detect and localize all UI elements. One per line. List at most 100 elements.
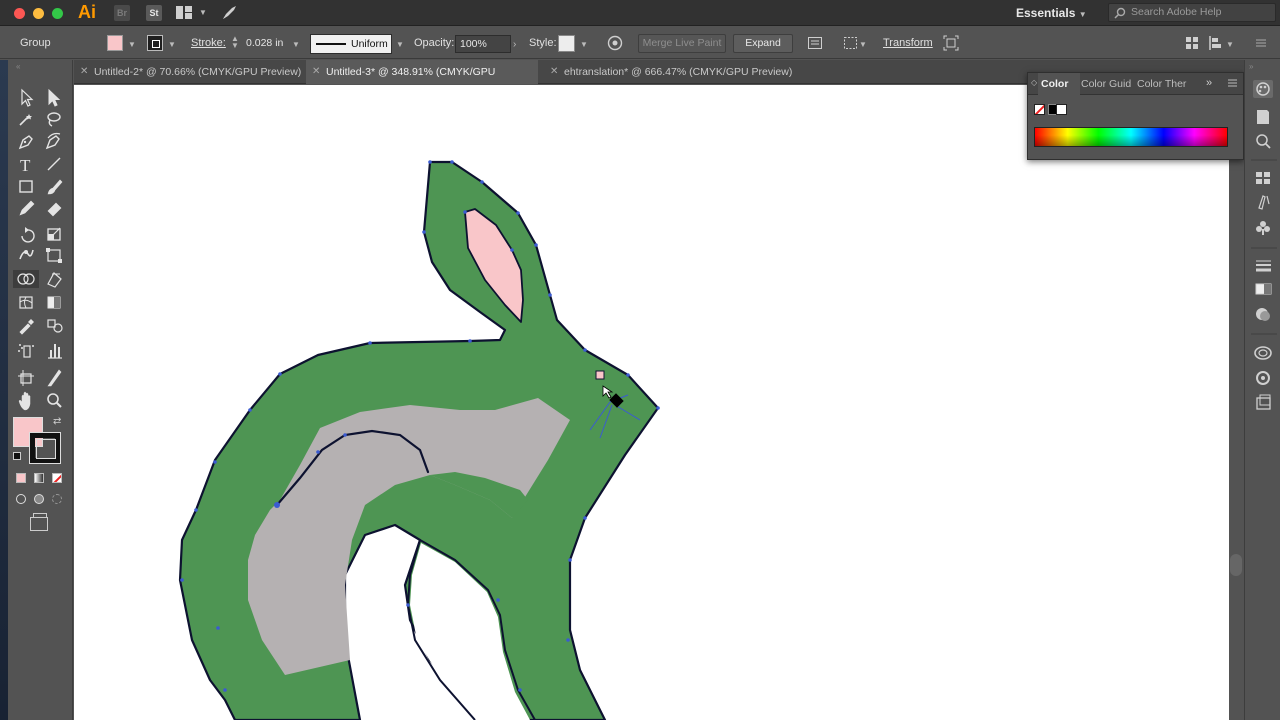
panel-options-toggle-icon[interactable]: ◇ (1031, 78, 1037, 87)
tab-color[interactable]: Color (1038, 73, 1080, 95)
zoom-tool[interactable] (47, 393, 62, 408)
close-tab-icon[interactable]: ✕ (80, 60, 88, 84)
align-chevron-icon[interactable]: ▼ (1226, 40, 1234, 49)
none-mode-button[interactable] (52, 473, 62, 483)
panel-menu-icon[interactable] (1227, 78, 1238, 91)
expand-button[interactable]: Expand (733, 34, 793, 53)
select-similar-icon[interactable] (843, 35, 859, 51)
column-graph-tool[interactable] (48, 344, 62, 359)
more-tabs-icon[interactable]: » (1206, 77, 1212, 89)
opacity-arrow-icon[interactable]: › (513, 39, 516, 50)
vertical-scrollbar-thumb[interactable] (1230, 554, 1242, 576)
color-spectrum-ramp[interactable] (1034, 127, 1228, 147)
document-tab-ehtranslation[interactable]: ✕ ehtranslation* @ 666.47% (CMYK/GPU Prev… (544, 60, 794, 84)
symbol-sprayer-tool[interactable] (18, 344, 34, 358)
draw-behind-icon[interactable] (34, 494, 44, 504)
profile-chevron-icon[interactable]: ▼ (396, 40, 404, 49)
scale-tool[interactable] (47, 227, 61, 241)
brushes-icon[interactable] (1258, 195, 1270, 210)
color-panel-icon[interactable] (1253, 80, 1273, 98)
eyedropper-tool[interactable] (19, 319, 34, 335)
tab-color-guide[interactable]: Color Guid (1081, 73, 1135, 95)
white-color-swatch[interactable] (1056, 104, 1067, 115)
screen-mode-icon[interactable] (30, 513, 48, 531)
search-help-input[interactable]: Search Adobe Help (1108, 3, 1276, 22)
blend-tool[interactable] (47, 319, 63, 333)
graphic-styles-icon[interactable] (1256, 371, 1270, 385)
rotate-tool[interactable] (21, 227, 35, 243)
fill-color-swatch[interactable] (107, 35, 123, 51)
document-tab-untitled-3[interactable]: ✕Untitled-3* @ 348.91% (CMYK/GPU Preview… (306, 60, 538, 102)
paintbrush-tool[interactable] (47, 179, 63, 195)
transform-link[interactable]: Transform (883, 37, 933, 49)
stock-button[interactable]: St (146, 5, 162, 21)
swatches-icon[interactable] (1256, 172, 1270, 184)
align-icon[interactable] (1208, 35, 1224, 51)
fill-dropdown-chevron-icon[interactable]: ▼ (128, 40, 136, 49)
symbols-icon[interactable] (1256, 221, 1270, 235)
gradient-panel-icon[interactable] (1255, 283, 1272, 295)
color-guide-icon[interactable] (1257, 110, 1269, 124)
stroke-weight-field[interactable]: 0.028 in (242, 35, 290, 53)
layers-panel-icon[interactable] (1256, 394, 1271, 410)
color-themes-icon[interactable] (1256, 134, 1271, 149)
workspace-switcher[interactable]: Essentials ▼ (1016, 6, 1087, 20)
close-tab-icon[interactable]: ✕ (550, 60, 558, 84)
free-transform-tool[interactable] (46, 248, 62, 263)
close-window-button[interactable] (14, 8, 25, 19)
default-fill-stroke-icon[interactable] (13, 452, 21, 460)
minimize-window-button[interactable] (33, 8, 44, 19)
stroke-color-box[interactable] (29, 432, 61, 464)
draw-inside-icon[interactable] (52, 494, 62, 504)
slice-tool[interactable] (47, 369, 62, 387)
swap-fill-stroke-icon[interactable]: ⇄ (53, 416, 61, 427)
document-tab-untitled-2[interactable]: ✕ Untitled-2* @ 70.66% (CMYK/GPU Preview) (74, 60, 304, 84)
none-color-swatch[interactable] (1034, 104, 1045, 115)
graphic-style-swatch[interactable] (558, 35, 575, 52)
stroke-label[interactable]: Stroke: (191, 37, 226, 49)
merge-live-paint-button[interactable]: Merge Live Paint (638, 34, 726, 53)
isolate-object-icon[interactable] (943, 35, 959, 51)
tools-collapse-toggle[interactable]: « (16, 62, 64, 71)
line-segment-tool[interactable] (47, 157, 61, 171)
draw-normal-icon[interactable] (16, 494, 26, 504)
dock-collapse-toggle[interactable]: » (1249, 62, 1253, 71)
bridge-button[interactable]: Br (114, 5, 130, 21)
stroke-panel-icon[interactable] (1256, 260, 1271, 272)
color-mode-button[interactable] (16, 473, 26, 483)
direct-selection-tool[interactable] (48, 88, 61, 107)
align-options-icon[interactable] (807, 35, 823, 51)
gradient-tool[interactable] (47, 296, 61, 309)
stroke-weight-chevron-icon[interactable]: ▼ (292, 40, 300, 49)
close-tab-icon[interactable]: ✕ (312, 60, 320, 84)
rectangle-tool[interactable] (19, 180, 33, 193)
curvature-tool[interactable] (45, 132, 61, 150)
opacity-field[interactable]: 100% (455, 35, 511, 53)
stroke-weight-stepper[interactable]: ▲ ▼ (231, 35, 239, 50)
artboard-tool[interactable] (18, 370, 34, 386)
recolor-artwork-icon[interactable] (607, 35, 623, 51)
stroke-dropdown-chevron-icon[interactable]: ▼ (168, 40, 176, 49)
select-similar-chevron-icon[interactable]: ▼ (859, 40, 867, 49)
pen-tool[interactable] (18, 135, 33, 150)
zoom-window-button[interactable] (52, 8, 63, 19)
stroke-color-swatch[interactable] (147, 35, 163, 51)
hand-tool[interactable] (18, 391, 31, 411)
warp-tool[interactable] (19, 249, 34, 260)
gradient-mode-button[interactable] (34, 473, 44, 483)
live-paint-bucket-tool[interactable] (47, 272, 62, 288)
gpu-performance-icon[interactable] (220, 4, 238, 25)
arrange-documents-icon[interactable] (176, 6, 192, 19)
selected-anchor-point[interactable] (595, 370, 605, 380)
variable-width-profile-select[interactable]: Uniform (310, 34, 392, 54)
arrange-icon[interactable] (1184, 35, 1200, 51)
appearance-panel-icon[interactable] (1254, 346, 1272, 360)
pencil-tool[interactable] (19, 200, 35, 216)
lasso-tool[interactable] (47, 112, 61, 127)
mesh-tool[interactable] (19, 296, 33, 309)
type-tool[interactable]: T (20, 156, 31, 175)
control-panel-menu-icon[interactable] (1253, 35, 1269, 51)
tab-color-themes[interactable]: Color Ther (1137, 73, 1191, 95)
style-chevron-icon[interactable]: ▼ (580, 40, 588, 49)
selection-tool[interactable] (21, 88, 34, 107)
